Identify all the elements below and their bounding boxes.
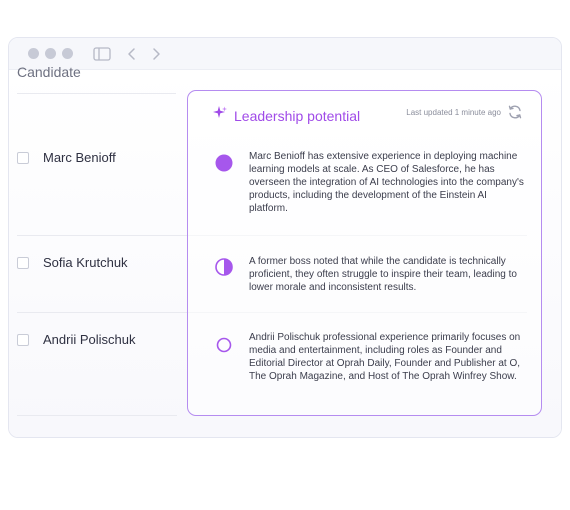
title-bar	[9, 38, 561, 70]
chevron-left-icon[interactable]	[127, 47, 137, 61]
potential-full-indicator-icon	[215, 154, 233, 177]
panel-title: Leadership potential	[234, 107, 361, 124]
window-maximize-dot[interactable]	[62, 48, 73, 59]
candidate-description: Andrii Polischuk professional experience…	[249, 332, 521, 382]
refresh-icon[interactable]	[507, 104, 523, 125]
window-minimize-dot[interactable]	[45, 48, 56, 59]
last-updated-text: Last updated 1 minute ago	[406, 108, 501, 117]
row-checkbox[interactable]	[17, 333, 29, 346]
candidate-row[interactable]: Sofia Krutchuk	[17, 255, 176, 270]
candidate-column-header: Candidate	[17, 64, 81, 80]
candidate-description: Marc Benioff has extensive experience in…	[249, 151, 524, 214]
row-divider	[17, 415, 177, 416]
sparkle-icon	[212, 105, 228, 126]
sidebar-toggle-icon[interactable]	[93, 46, 111, 61]
window-close-dot[interactable]	[28, 48, 39, 59]
chevron-right-icon[interactable]	[151, 47, 161, 61]
candidate-name: Marc Benioff	[43, 150, 116, 165]
candidate-name: Sofia Krutchuk	[43, 255, 128, 270]
leadership-potential-panel: Leadership potential Last updated 1 minu…	[187, 90, 542, 416]
row-checkbox[interactable]	[17, 256, 29, 269]
candidate-row[interactable]: Andrii Polischuk	[17, 332, 176, 347]
candidate-description: A former boss noted that while the candi…	[249, 256, 517, 293]
panel-header: Leadership potential	[212, 105, 360, 126]
header-divider	[17, 93, 176, 94]
potential-empty-indicator-icon	[215, 336, 233, 359]
candidate-name: Andrii Polischuk	[43, 332, 136, 347]
row-checkbox[interactable]	[17, 151, 29, 164]
candidate-row[interactable]: Marc Benioff	[17, 150, 176, 165]
potential-half-indicator-icon	[215, 258, 233, 281]
